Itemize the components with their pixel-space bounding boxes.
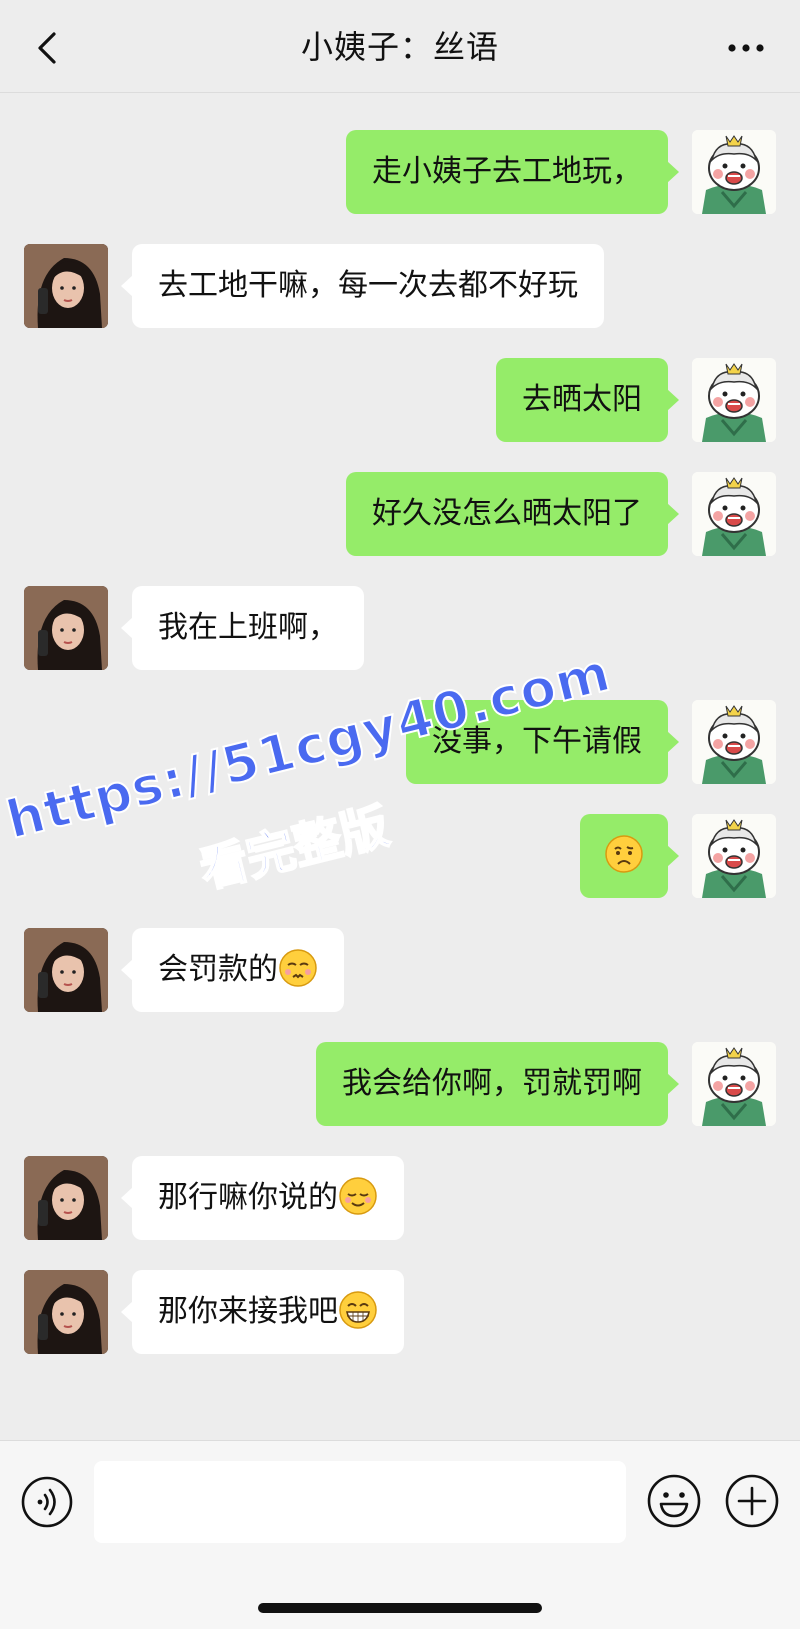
contact-avatar[interactable] [24, 1156, 108, 1240]
message-text: 去晒太阳 [522, 382, 642, 417]
portrait-photo-icon [24, 244, 108, 328]
voice-icon[interactable] [20, 1475, 74, 1529]
portrait-photo-icon [24, 928, 108, 1012]
message-text: 去工地干嘛，每一次去都不好玩 [158, 268, 578, 303]
message-text: 会罚款的 [158, 952, 278, 987]
my-avatar[interactable] [692, 358, 776, 442]
my-avatar[interactable] [692, 814, 776, 898]
message-bubble-me[interactable]: 好久没怎么晒太阳了 [346, 472, 679, 556]
message-bubble-me[interactable]: 我会给你啊，罚就罚啊 [316, 1042, 679, 1126]
my-avatar[interactable] [692, 700, 776, 784]
portrait-photo-icon [24, 1156, 108, 1240]
chat-header: 小姨子：丝语 [0, 0, 800, 93]
message-text: 我会给你啊，罚就罚啊 [342, 1066, 642, 1101]
plus-icon[interactable] [724, 1473, 780, 1529]
message-bubble-them[interactable]: 那你来接我吧 [121, 1270, 404, 1354]
confused-face-emoji [605, 834, 643, 873]
cartoon-avatar-icon [692, 814, 776, 898]
message-bubble-them[interactable]: 我在上班啊， [121, 586, 364, 670]
contact-avatar[interactable] [24, 586, 108, 670]
my-avatar[interactable] [692, 1042, 776, 1126]
chat-title: 小姨子：丝语 [300, 28, 499, 66]
cartoon-avatar-icon [692, 358, 776, 442]
message-text: 那你来接我吧 [158, 1294, 338, 1329]
input-bar [0, 1440, 800, 1629]
my-avatar[interactable] [692, 472, 776, 556]
message-bubble-me[interactable]: 去晒太阳 [496, 358, 679, 442]
message-bubble-them[interactable]: 那行嘛你说的 [121, 1156, 404, 1240]
contact-avatar[interactable] [24, 244, 108, 328]
sly-smile-emoji [339, 1176, 377, 1215]
message-bubble-them[interactable]: 去工地干嘛，每一次去都不好玩 [121, 244, 604, 328]
message-text: 没事，下午请假 [432, 724, 642, 759]
my-avatar[interactable] [692, 130, 776, 214]
portrait-photo-icon [24, 1270, 108, 1354]
grin-emoji [339, 1290, 377, 1329]
message-bubble-me[interactable] [580, 814, 679, 898]
message-text: 好久没怎么晒太阳了 [372, 496, 642, 531]
message-bubble-me[interactable]: 没事，下午请假 [406, 700, 679, 784]
home-indicator[interactable] [258, 1603, 542, 1613]
message-text: 走小姨子去工地玩， [372, 154, 642, 189]
portrait-photo-icon [24, 586, 108, 670]
ellipsis-icon[interactable] [724, 30, 768, 66]
message-bubble-me[interactable]: 走小姨子去工地玩， [346, 130, 679, 214]
message-text: 那行嘛你说的 [158, 1180, 338, 1215]
smiley-icon[interactable] [646, 1473, 702, 1529]
message-input[interactable] [94, 1461, 626, 1543]
contact-avatar[interactable] [24, 928, 108, 1012]
contact-avatar[interactable] [24, 1270, 108, 1354]
message-text: 我在上班啊， [158, 610, 338, 645]
cartoon-avatar-icon [692, 130, 776, 214]
message-bubble-them[interactable]: 会罚款的 [121, 928, 344, 1012]
cartoon-avatar-icon [692, 1042, 776, 1126]
shush-face-emoji [279, 948, 317, 987]
message-list[interactable]: 走小姨子去工地玩， 去工地干嘛，每一次去都不好玩 去晒太阳 好久没怎么晒太阳了 … [0, 92, 800, 1440]
cartoon-avatar-icon [692, 700, 776, 784]
watermark-caption: 看完整版 [193, 797, 395, 900]
cartoon-avatar-icon [692, 472, 776, 556]
